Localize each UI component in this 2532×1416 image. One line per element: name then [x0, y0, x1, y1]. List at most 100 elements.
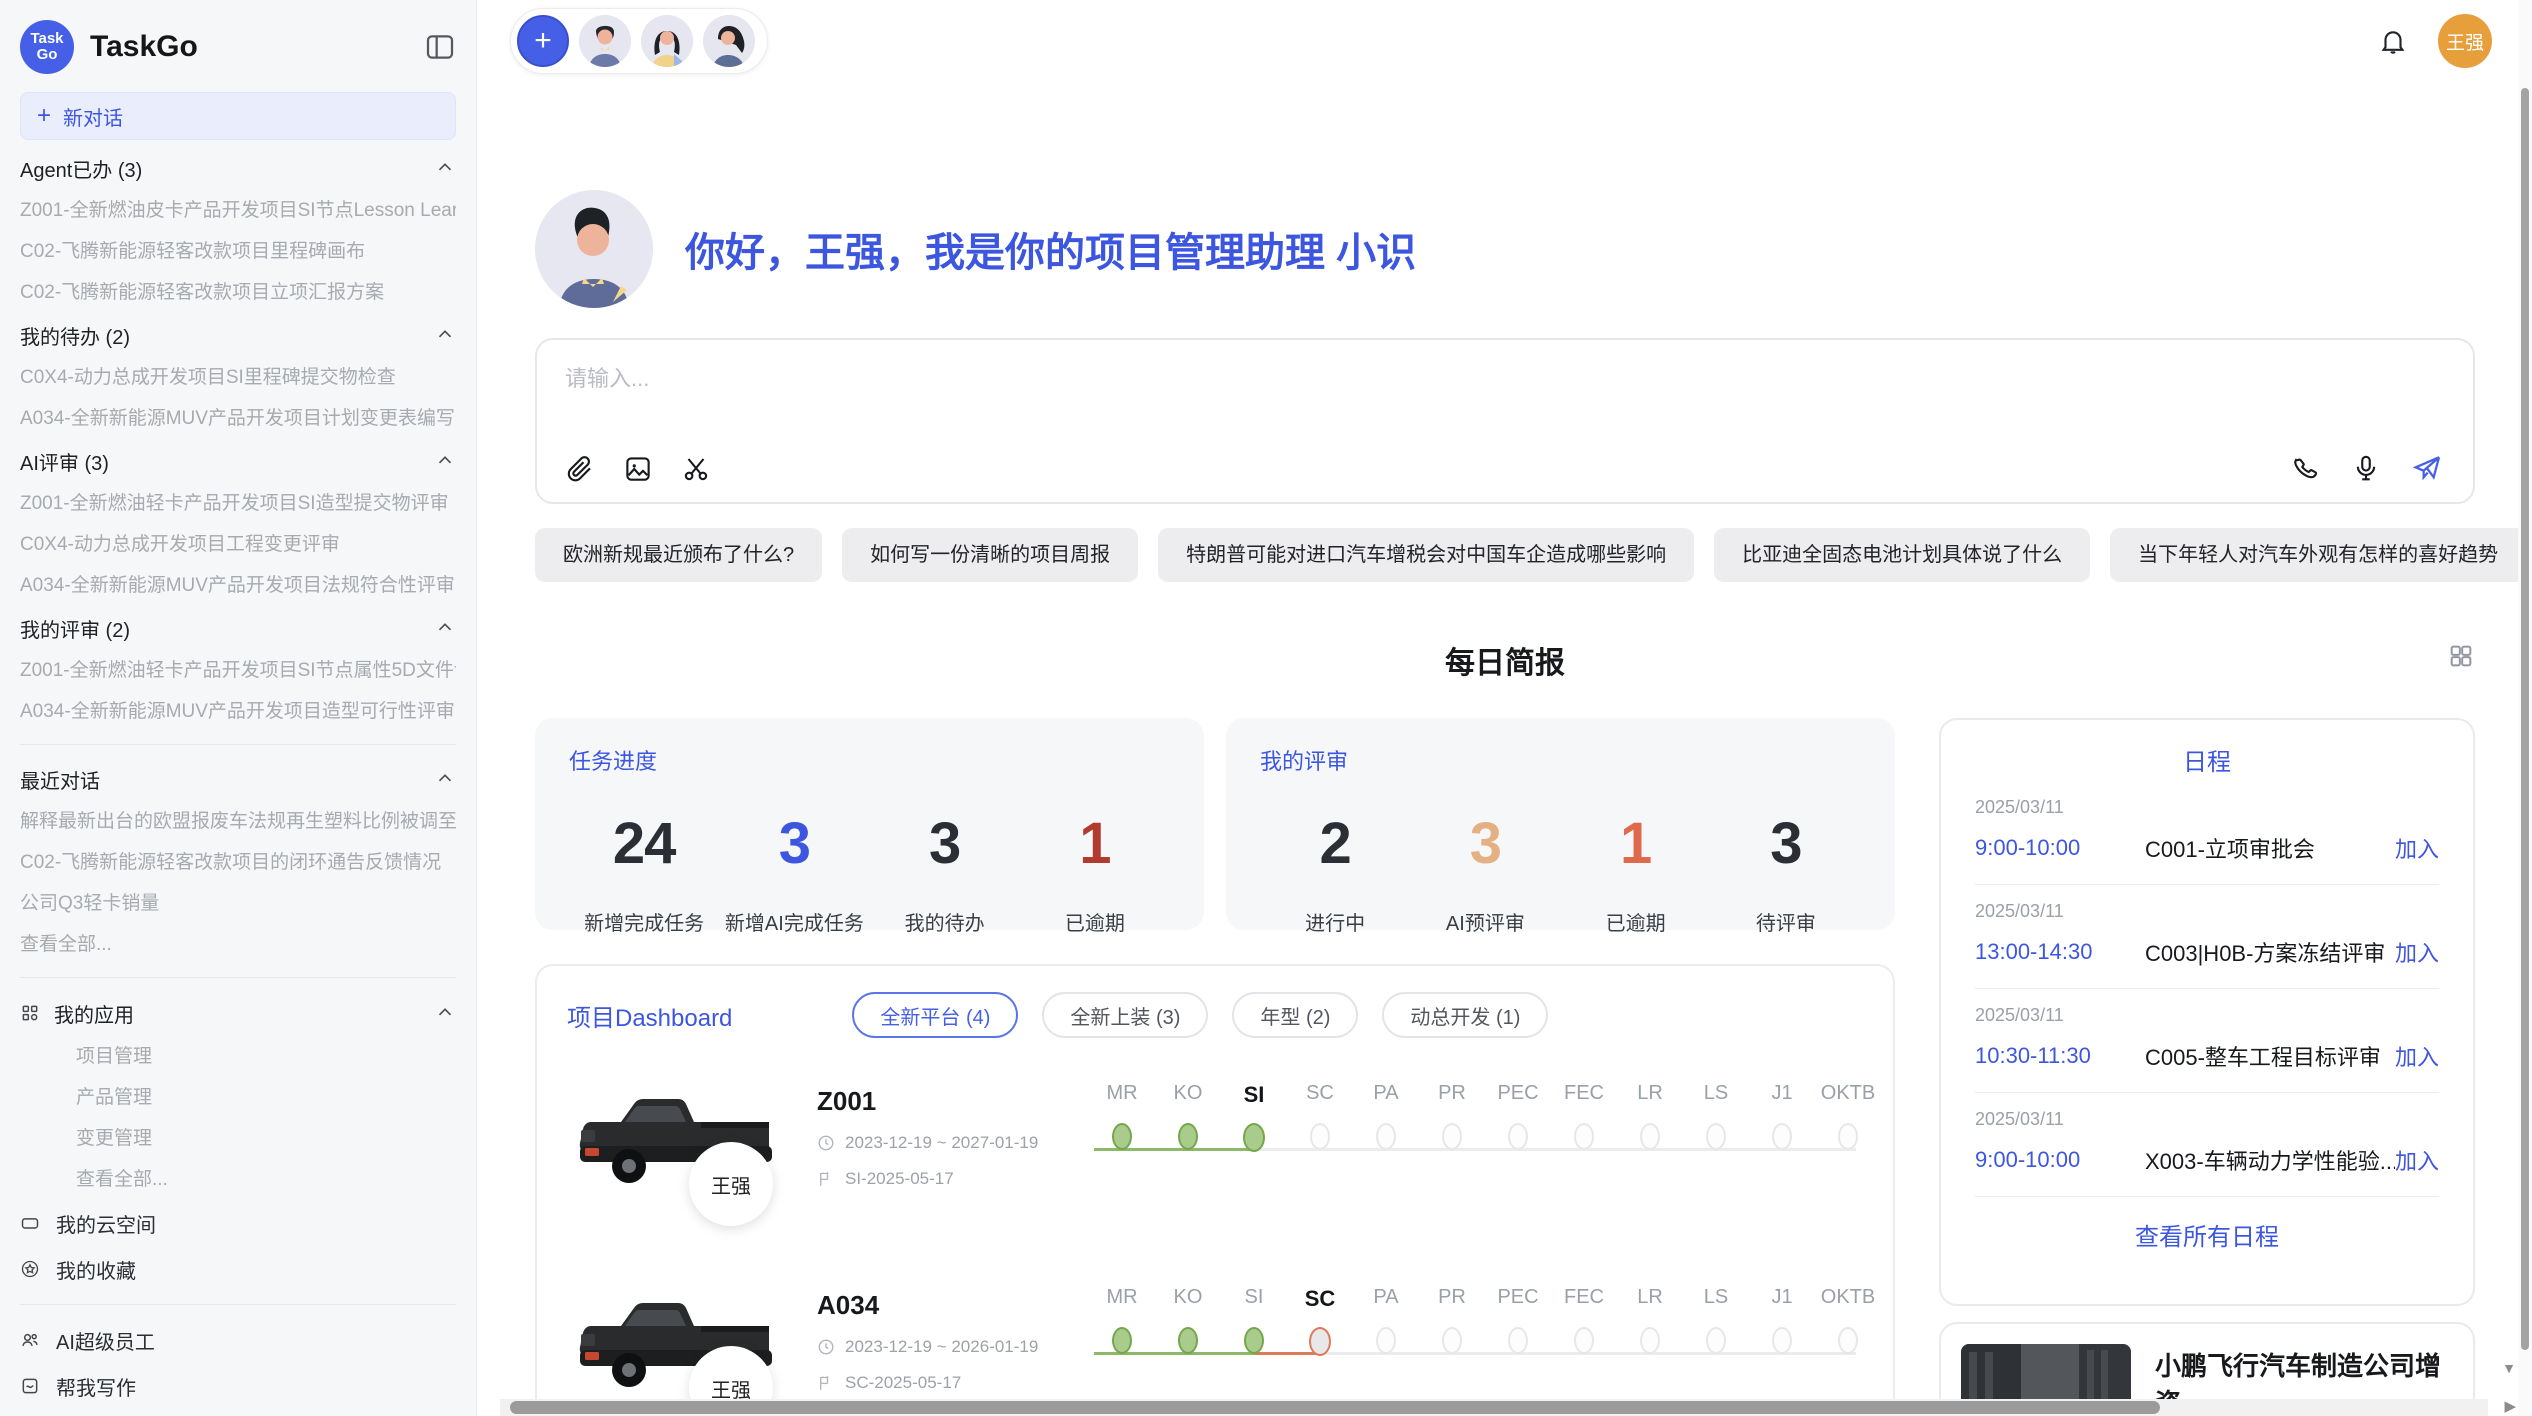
- help-write-label: 帮我写作: [56, 1372, 136, 1401]
- suggestion-chip[interactable]: 比亚迪全固态电池计划具体说了什么: [1714, 528, 2090, 582]
- stat-value: 1: [1561, 810, 1711, 877]
- section-header-label: Agent已办 (3): [20, 154, 142, 183]
- join-link[interactable]: 加入: [2395, 832, 2439, 864]
- project-info: A034 2023-12-19 ~ 2026-01-19 SC-2025-05-…: [817, 1286, 1102, 1416]
- milestone-dot: [1772, 1123, 1792, 1150]
- send-icon[interactable]: [2411, 452, 2443, 484]
- schedule-item: 2025/03/11 10:30-11:30 C005-整车工程目标评审 加入: [1975, 989, 2439, 1093]
- user-avatar[interactable]: 王强: [2438, 14, 2492, 68]
- stat-label: 我的待办: [870, 907, 1020, 936]
- people-icon: [20, 1330, 40, 1350]
- section-header-label: 最近对话: [20, 765, 100, 794]
- dashboard-title: 项目Dashboard: [567, 998, 732, 1033]
- sidebar-item-help-write[interactable]: 帮我写作: [20, 1363, 456, 1409]
- project-dashboard-card: 项目Dashboard 全新平台 (4) 全新上装 (3) 年型 (2) 动总开…: [535, 964, 1895, 1416]
- divider: [20, 744, 456, 745]
- filter-new-platform[interactable]: 全新平台 (4): [852, 992, 1018, 1038]
- task-item[interactable]: Z001-全新燃油轻卡产品开发项目SI节点属性5D文件评审: [20, 650, 456, 691]
- layout-grid-icon[interactable]: [2447, 642, 2475, 670]
- sidebar-item-my-apps[interactable]: 我的应用: [20, 990, 456, 1036]
- vertical-scrollbar-thumb[interactable]: [2521, 88, 2529, 1350]
- task-item[interactable]: A034-全新新能源MUV产品开发项目法规符合性评审: [20, 565, 456, 606]
- scroll-down-arrow[interactable]: ▼: [2502, 1360, 2516, 1376]
- sidebar-item-favorites[interactable]: 我的收藏: [20, 1246, 456, 1292]
- suggestion-chip[interactable]: 特朗普可能对进口汽车增税会对中国车企造成哪些影响: [1158, 528, 1694, 582]
- agent-avatar-3[interactable]: [703, 15, 755, 67]
- flag-icon: [817, 1170, 835, 1188]
- schedule-event-title: C005-整车工程目标评审: [2145, 1040, 2395, 1072]
- task-item[interactable]: C02-飞腾新能源轻客改款项目立项汇报方案: [20, 272, 456, 313]
- project-row-z001[interactable]: 王强 Z001 2023-12-19 ~ 2027-01-19: [567, 1082, 1863, 1242]
- scissors-icon[interactable]: [681, 454, 711, 484]
- add-agent-button[interactable]: +: [517, 15, 569, 67]
- recent-chat-item[interactable]: 解释最新出台的欧盟报废车法规再生塑料比例被调至15%...: [20, 801, 456, 842]
- milestone-dot: [1442, 1327, 1462, 1354]
- filter-powertrain[interactable]: 动总开发 (1): [1382, 992, 1548, 1038]
- sidebar-item-ai-employee[interactable]: AI超级员工: [20, 1317, 456, 1363]
- view-all-chats[interactable]: 查看全部...: [20, 924, 456, 965]
- task-item[interactable]: C02-飞腾新能源轻客改款项目里程碑画布: [20, 231, 456, 272]
- section-recent-chats[interactable]: 最近对话: [20, 757, 456, 801]
- milestone-label-current: SI: [1244, 1082, 1265, 1108]
- filter-new-body[interactable]: 全新上装 (3): [1042, 992, 1208, 1038]
- suggestion-chip[interactable]: 欧洲新规最近颁布了什么?: [535, 528, 822, 582]
- agent-avatar-2[interactable]: [641, 15, 693, 67]
- milestone-dot: [1574, 1327, 1594, 1354]
- sidebar-item-cloud-space[interactable]: 我的云空间: [20, 1200, 456, 1246]
- agent-avatar-1[interactable]: [579, 15, 631, 67]
- view-all-schedule[interactable]: 查看所有日程: [1975, 1197, 2439, 1262]
- join-link[interactable]: 加入: [2395, 1040, 2439, 1072]
- schedule-time: 13:00-14:30: [1975, 939, 2145, 965]
- scroll-right-arrow[interactable]: ▶: [2504, 1397, 2516, 1415]
- filter-model-year[interactable]: 年型 (2): [1232, 992, 1358, 1038]
- suggestion-chip[interactable]: 当下年轻人对汽车外观有怎样的喜好趋势: [2110, 528, 2526, 582]
- task-item[interactable]: C0X4-动力总成开发项目工程变更评审: [20, 524, 456, 565]
- image-icon[interactable]: [623, 454, 653, 484]
- join-link[interactable]: 加入: [2395, 936, 2439, 968]
- stat-review-overdue: 1 已逾期: [1561, 810, 1711, 936]
- task-item[interactable]: Z001-全新燃油皮卡产品开发项目SI节点Lesson Learn报告: [20, 190, 456, 231]
- sidebar-collapse-icon[interactable]: [424, 31, 456, 63]
- task-item[interactable]: A034-全新新能源MUV产品开发项目造型可行性评审: [20, 691, 456, 732]
- attachment-icon[interactable]: [565, 454, 595, 484]
- sidebar-item-product-mgmt[interactable]: 产品管理: [20, 1077, 456, 1118]
- sidebar-scroll: Agent已办 (3) Z001-全新燃油皮卡产品开发项目SI节点Lesson …: [0, 140, 476, 1416]
- vertical-scrollbar[interactable]: [2518, 0, 2532, 1416]
- horizontal-scrollbar[interactable]: [500, 1399, 2488, 1416]
- project-info: Z001 2023-12-19 ~ 2027-01-19 SI-2025-05-…: [817, 1082, 1102, 1242]
- schedule-event-title: C001-立项审批会: [2145, 832, 2395, 864]
- task-item[interactable]: C0X4-动力总成开发项目SI里程碑提交物检查: [20, 357, 456, 398]
- recent-chat-item[interactable]: 公司Q3轻卡销量: [20, 883, 456, 924]
- view-all-apps[interactable]: 查看全部...: [20, 1159, 456, 1200]
- recent-chat-item[interactable]: C02-飞腾新能源轻客改款项目的闭环通告反馈情况: [20, 842, 456, 883]
- section-ai-review[interactable]: AI评审 (3): [20, 439, 456, 483]
- schedule-date: 2025/03/11: [1975, 1005, 2439, 1026]
- milestone-dot-done: [1178, 1327, 1198, 1354]
- sidebar-item-change-mgmt[interactable]: 变更管理: [20, 1118, 456, 1159]
- schedule-time: 9:00-10:00: [1975, 1147, 2145, 1173]
- suggestion-chip[interactable]: 如何写一份清晰的项目周报: [842, 528, 1138, 582]
- project-row-a034[interactable]: 王强 A034 2023-12-19 ~ 2026-01-19: [567, 1286, 1863, 1416]
- milestone-label: PR: [1438, 1286, 1466, 1312]
- section-my-review[interactable]: 我的评审 (2): [20, 606, 456, 650]
- milestone-dot: [1706, 1123, 1726, 1150]
- schedule-event-title: C003|H0B-方案冻结评审: [2145, 936, 2395, 968]
- topbar: + 王强: [477, 0, 2532, 74]
- chat-input[interactable]: [565, 366, 2445, 392]
- sidebar-item-project-mgmt[interactable]: 项目管理: [20, 1036, 456, 1077]
- sidebar-item-creative-draw[interactable]: 创意制图: [20, 1409, 456, 1416]
- section-my-todo[interactable]: 我的待办 (2): [20, 313, 456, 357]
- new-chat-button[interactable]: + 新对话: [20, 92, 456, 140]
- section-agent-done[interactable]: Agent已办 (3): [20, 146, 456, 190]
- topbar-right: 王强: [2378, 14, 2492, 68]
- join-link[interactable]: 加入: [2395, 1144, 2439, 1176]
- task-item[interactable]: A034-全新新能源MUV产品开发项目计划变更表编写: [20, 398, 456, 439]
- microphone-icon[interactable]: [2351, 453, 2381, 483]
- stat-label: 新增AI完成任务: [719, 907, 869, 936]
- milestone-dot-overdue: [1309, 1327, 1331, 1356]
- task-item[interactable]: Z001-全新燃油轻卡产品开发项目SI造型提交物评审: [20, 483, 456, 524]
- horizontal-scrollbar-thumb[interactable]: [510, 1401, 2160, 1414]
- project-media: 王强: [567, 1286, 817, 1416]
- phone-call-icon[interactable]: [2291, 453, 2321, 483]
- notification-bell-icon[interactable]: [2378, 26, 2408, 56]
